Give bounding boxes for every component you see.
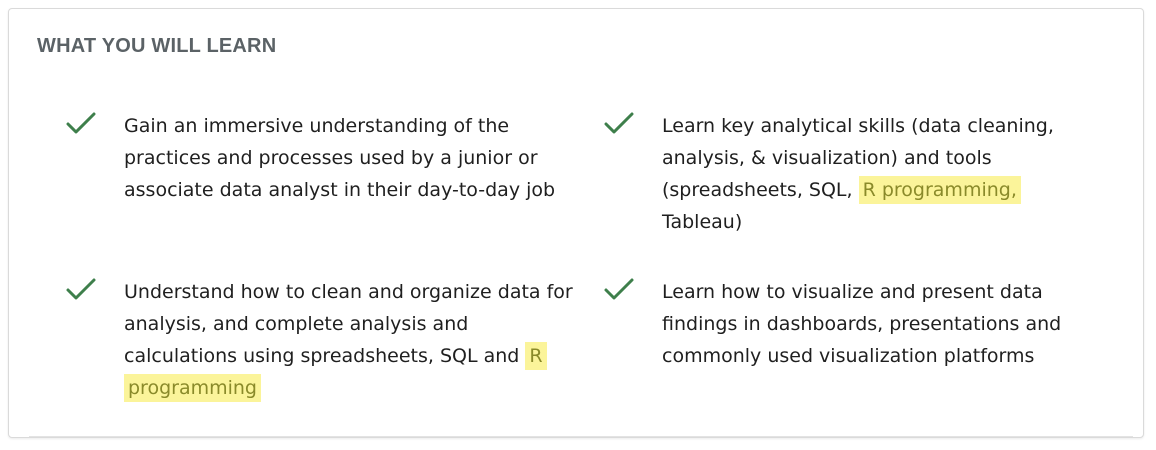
learning-item-text-after: Tableau): [662, 211, 743, 233]
learning-item-text: Learn how to visualize and present data …: [662, 276, 1102, 372]
check-icon: [66, 112, 96, 134]
learning-item-text: Learn key analytical skills (data cleani…: [662, 110, 1092, 238]
card-divider: [29, 436, 1133, 437]
learning-item-text-before: Understand how to clean and organize dat…: [124, 281, 573, 367]
section-title: WHAT YOU WILL LEARN: [37, 35, 277, 57]
learning-item-text: Gain an immersive understanding of the p…: [124, 110, 574, 206]
check-icon: [66, 278, 96, 300]
learning-item-text-main: Gain an immersive understanding of the p…: [124, 115, 556, 201]
learning-item-text: Understand how to clean and organize dat…: [124, 276, 574, 404]
highlighted-text: R programming,: [858, 176, 1021, 204]
check-icon: [604, 112, 634, 134]
check-icon: [604, 278, 634, 300]
learning-item-text-main: Learn how to visualize and present data …: [662, 281, 1062, 367]
